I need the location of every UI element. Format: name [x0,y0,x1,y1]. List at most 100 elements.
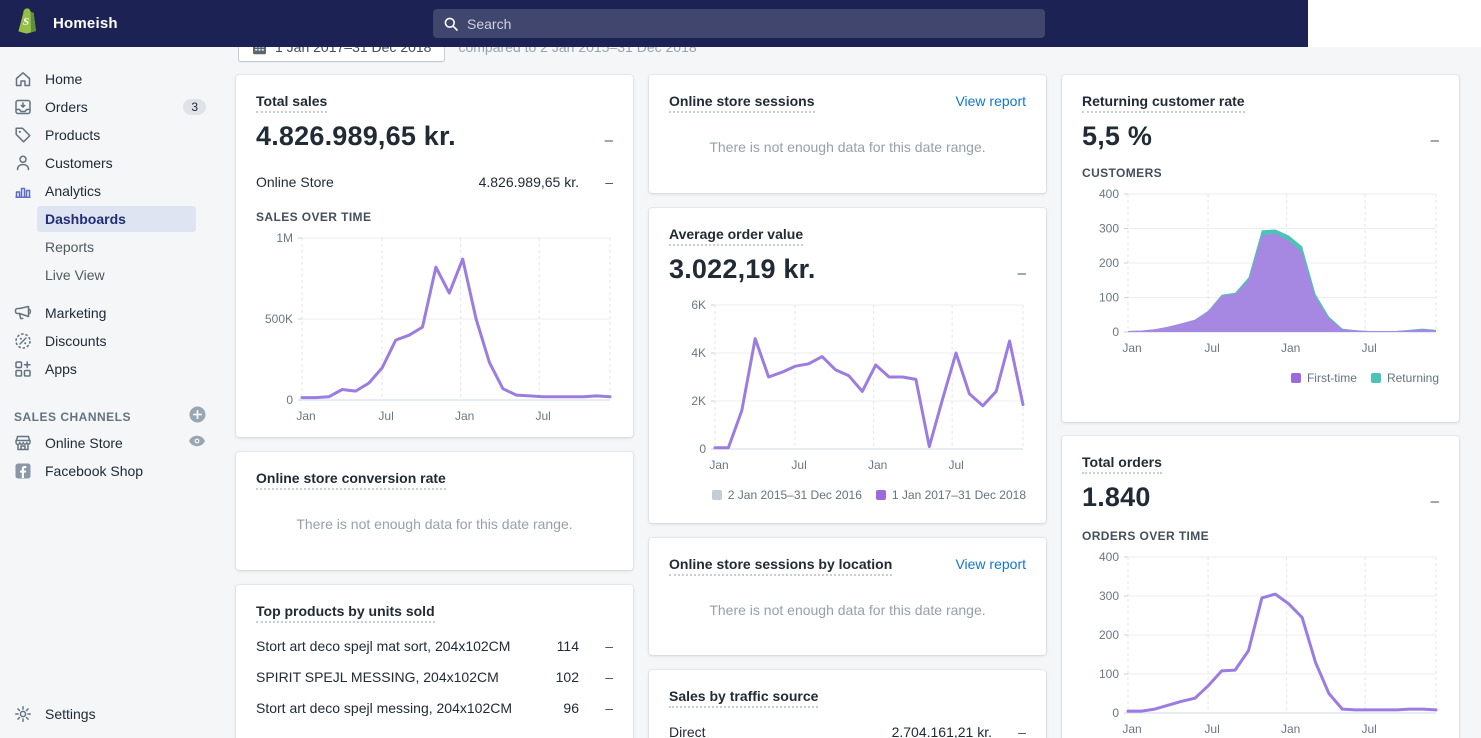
sales-over-time-label: SALES OVER TIME [256,210,372,224]
calendar-icon [252,47,267,55]
add-channel-icon[interactable] [189,406,206,428]
sales-over-time-chart: 1M500K0Jan Jul Jan Jul [265,231,612,423]
returning-rate-title[interactable]: Returning customer rate [1082,93,1245,113]
compare-range-label: compared to 2 Jan 2015–31 Dec 2018 [458,47,697,55]
total-sales-title[interactable]: Total sales [256,93,328,113]
sidebar-item-home[interactable]: Home [0,65,220,93]
gear-icon [13,704,33,724]
svg-text:2K: 2K [691,394,706,408]
svg-text:Jan: Jan [1281,722,1300,736]
store-name: Homeish [53,15,118,32]
sessions-empty-state: There is not enough data for this date r… [709,139,986,155]
sidebar-item-online-store[interactable]: Online Store [0,429,220,457]
date-range-button[interactable]: 1 Jan 2017–31 Dec 2018 [238,47,446,62]
location-empty-state: There is not enough data for this date r… [709,602,986,618]
sidebar-item-analytics[interactable]: Analytics [0,177,220,205]
svg-text:Jan: Jan [1122,341,1141,355]
customers-chart-legend: First-time Returning [1082,371,1439,385]
svg-text:Jan: Jan [709,458,728,472]
orders-over-time-chart: 4003002001000Jan Jul Jan Jul [1099,550,1438,736]
sidebar-item-discounts[interactable]: Discounts [0,327,220,355]
total-orders-delta: – [1430,493,1439,510]
returning-rate-value: 5,5 % [1082,121,1153,151]
discounts-icon [13,331,33,351]
aov-title[interactable]: Average order value [669,226,804,246]
svg-text:4K: 4K [691,346,706,360]
average-order-value-card: Average order value 3.022,19 kr. – 6K 4K 2… [649,208,1046,523]
aov-chart-legend: 2 Jan 2015–31 Dec 2016 1 Jan 2017–31 Dec… [669,488,1026,502]
total-sales-card: Total sales 4.826.989,65 kr. – Online St… [236,75,633,437]
search-icon [444,17,458,31]
legend-returning-swatch [1370,373,1381,383]
svg-text:Jan: Jan [1281,341,1300,355]
svg-text:1M: 1M [276,231,293,245]
svg-text:Jan: Jan [1122,722,1141,736]
top-products-card: Top products by units sold Stort art dec… [236,585,633,738]
marketing-icon [13,303,33,323]
facebook-icon [13,461,33,481]
online-sessions-card: Online store sessions View report There … [649,75,1046,193]
location-view-report-link[interactable]: View report [955,556,1026,572]
conversion-rate-title[interactable]: Online store conversion rate [256,470,446,490]
aov-chart: 6K4K2K0Jan Jul Jan Jul [691,298,1025,472]
sidebar-item-settings[interactable]: Settings [0,700,220,728]
returning-customer-rate-card: Returning customer rate 5,5 % – CUSTOMER… [1062,75,1459,422]
search-input[interactable]: Search [433,9,1045,38]
topbar: S Homeish Search [0,0,1308,47]
svg-text:400: 400 [1099,550,1119,564]
svg-text:300: 300 [1099,222,1119,236]
aov-delta: – [1017,265,1026,282]
sidebar-item-customers[interactable]: Customers [0,149,220,177]
sidebar-item-facebook-shop[interactable]: Facebook Shop [0,457,220,485]
sessions-view-report-link[interactable]: View report [955,93,1026,109]
online-sessions-title[interactable]: Online store sessions [669,93,815,113]
svg-text:Jul: Jul [378,409,393,423]
online-store-icon [13,433,33,453]
svg-text:Jul: Jul [535,409,550,423]
sidebar-item-apps[interactable]: Apps [0,355,220,383]
traffic-source-title[interactable]: Sales by traffic source [669,688,819,708]
sales-channel-row: Online Store 4.826.989,65 kr. – [256,174,613,190]
legend-current-swatch [875,490,886,500]
svg-text:Jan: Jan [868,458,887,472]
svg-text:Jul: Jul [948,458,963,472]
view-online-store-eye-icon[interactable] [188,434,206,452]
svg-text:400: 400 [1099,187,1119,201]
apps-icon [13,359,33,379]
total-orders-value: 1.840 [1082,482,1151,512]
sidebar-item-products[interactable]: Products [0,121,220,149]
top-products-title[interactable]: Top products by units sold [256,603,435,623]
analytics-icon [13,181,33,201]
sessions-by-location-card: Online store sessions by location View r… [649,538,1046,655]
svg-text:Jan: Jan [296,409,315,423]
orders-icon [13,97,33,117]
customers-label: CUSTOMERS [1082,166,1163,180]
sidebar-item-marketing[interactable]: Marketing [0,299,220,327]
sessions-location-title[interactable]: Online store sessions by location [669,556,893,576]
svg-text:Jul: Jul [1361,341,1376,355]
sidebar-item-orders[interactable]: Orders 3 [0,93,220,121]
svg-text:300: 300 [1099,589,1119,603]
total-orders-title[interactable]: Total orders [1082,454,1162,474]
traffic-source-card: Sales by traffic source Direct 2.704.161… [649,670,1046,738]
total-sales-delta: – [604,132,613,149]
total-orders-card: Total orders 1.840 – ORDERS OVER TIME 40… [1062,436,1459,738]
sidebar-item-dashboards[interactable]: Dashboards [37,206,196,232]
svg-text:0: 0 [1112,325,1119,339]
traffic-row: Direct 2.704.161,21 kr. – [669,724,1026,738]
product-row: Stort art deco spejl messing, 204x102CM … [256,700,613,716]
store-brand[interactable]: S Homeish [0,7,230,40]
svg-text:0: 0 [699,442,706,456]
svg-text:200: 200 [1099,256,1119,270]
svg-text:0: 0 [286,393,293,407]
sidebar-item-live-view[interactable]: Live View [37,262,196,288]
product-row: Stort art deco spejl mat sort, 204x102CM… [256,638,613,654]
conversion-empty-state: There is not enough data for this date r… [296,516,573,532]
svg-text:Jul: Jul [1204,341,1219,355]
svg-text:200: 200 [1099,628,1119,642]
total-sales-value: 4.826.989,65 kr. [256,121,456,151]
orders-over-time-label: ORDERS OVER TIME [1082,529,1210,543]
sidebar-item-reports[interactable]: Reports [37,234,196,260]
shopify-logo-icon: S [15,7,41,40]
svg-text:S: S [23,16,29,28]
